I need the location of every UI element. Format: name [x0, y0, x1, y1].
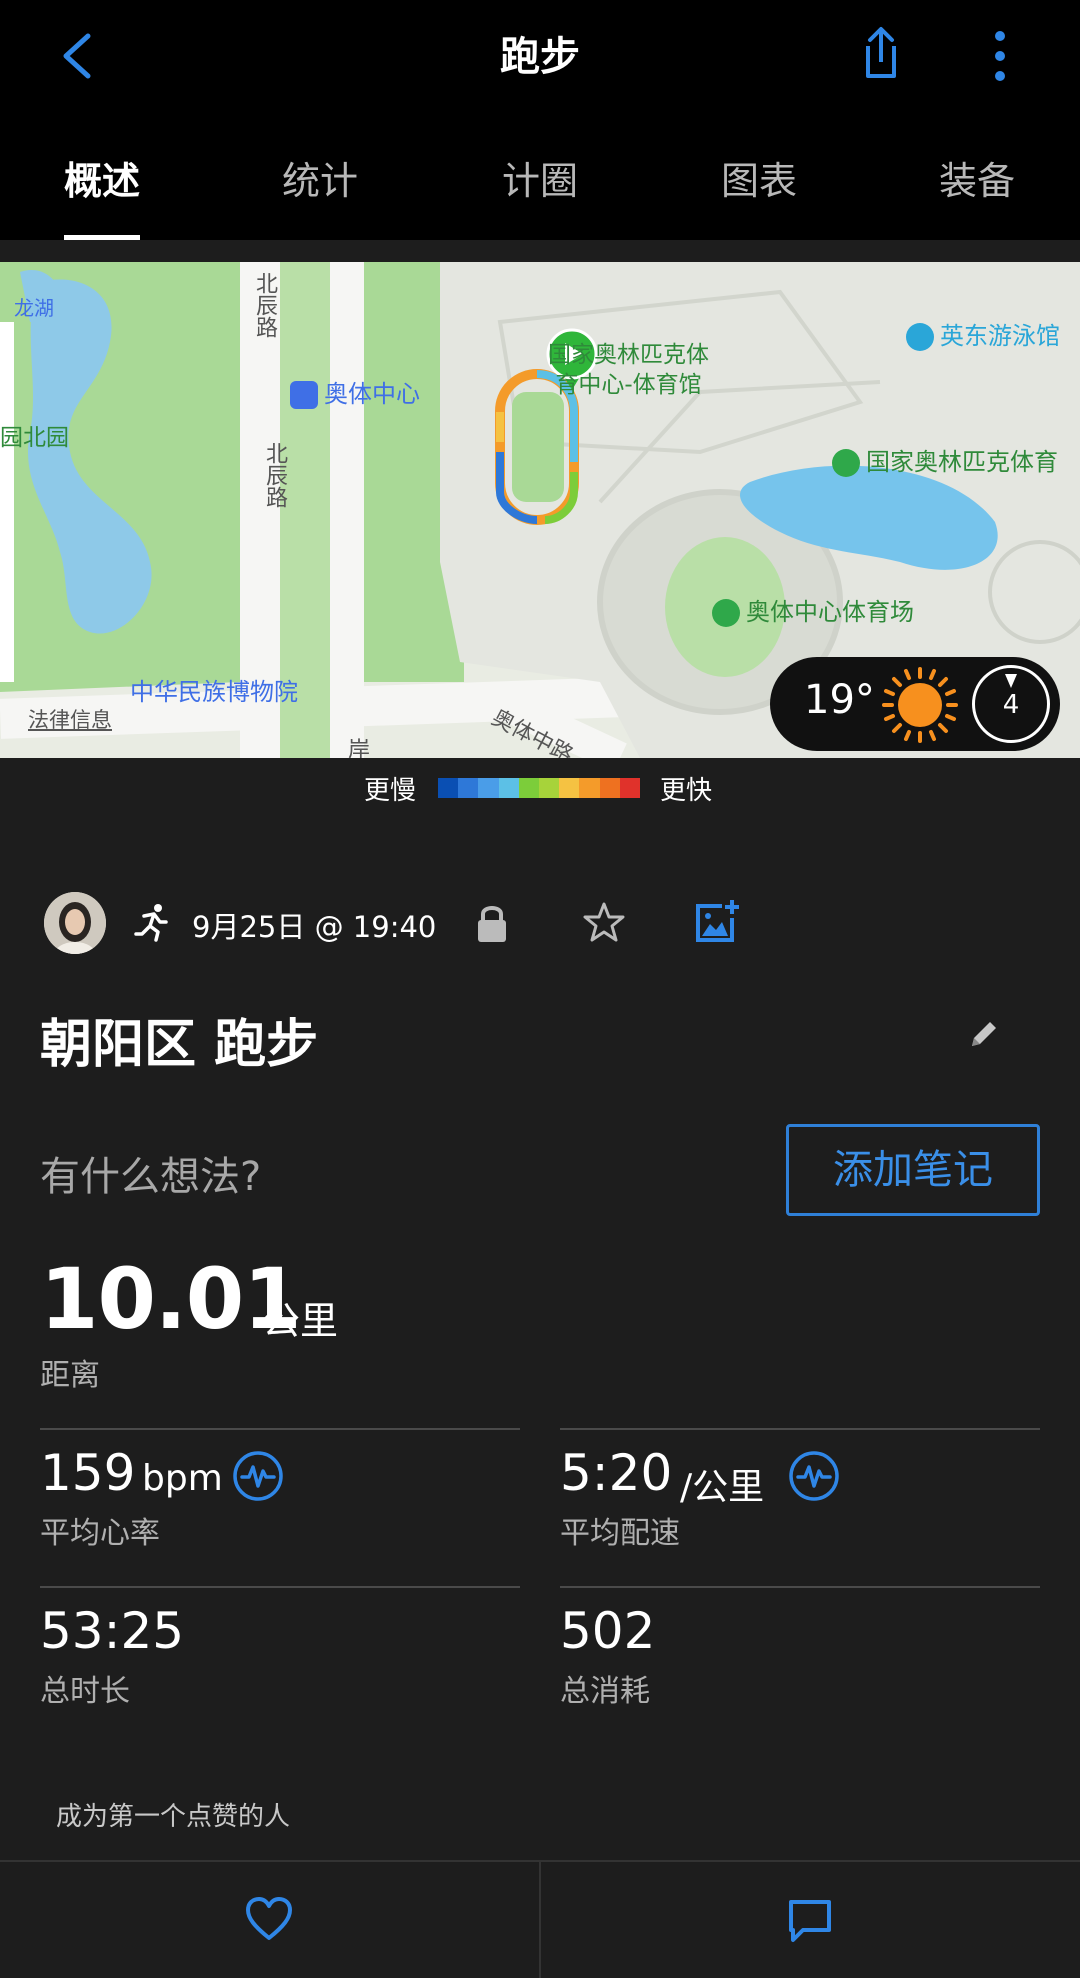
distance-unit: 公里 — [262, 1299, 339, 1343]
share-button[interactable] — [848, 20, 912, 90]
weather-widget: 19° 4 — [770, 657, 1060, 751]
duration-value: 53:25 — [40, 1602, 185, 1660]
metro-icon — [290, 381, 318, 409]
activity-meta-row: 9月25日 @ 19:40 — [0, 888, 1080, 960]
stats-divider — [40, 1428, 520, 1430]
thoughts-prompt: 有什么想法? — [40, 1154, 262, 1200]
map-label-museum: 中华民族博物院 — [130, 678, 298, 706]
more-options-button[interactable] — [978, 22, 1022, 92]
duration-label: 总时长 — [40, 1674, 130, 1709]
top-bar: 跑步 概述 统计 计圈 图表 装备 — [0, 0, 1080, 240]
pace-legend-segment — [458, 778, 479, 798]
pace-legend-segment — [559, 778, 580, 798]
tab-bar: 概述 统计 计圈 图表 装备 — [0, 130, 1080, 240]
moon-phase-icon: 4 — [972, 665, 1050, 743]
heart-rate-label: 平均心率 — [40, 1516, 160, 1551]
stats-divider — [560, 1428, 1040, 1430]
heart-rate-value: 159 — [40, 1444, 136, 1502]
map-label-aoti-center: 奥体中心 — [290, 374, 420, 409]
more-vertical-icon — [995, 31, 1005, 81]
like-button[interactable] — [0, 1862, 539, 1978]
tab-charts[interactable]: 图表 — [649, 150, 869, 205]
lock-icon[interactable] — [474, 902, 510, 944]
map-label-stadium: 奥体中心体育场 — [712, 592, 914, 627]
pace-legend-segment — [518, 778, 540, 798]
calories-label: 总消耗 — [560, 1674, 650, 1709]
map-label-cut: 岸 — [348, 738, 371, 758]
add-photo-icon[interactable] — [692, 898, 740, 946]
separator — [0, 240, 1080, 262]
bottom-action-bar — [0, 1860, 1080, 1978]
pace-legend-segment — [619, 778, 641, 798]
pace-gradient-bar — [438, 778, 641, 798]
pace-label: 平均配速 — [560, 1516, 680, 1551]
tab-stats[interactable]: 统计 — [210, 150, 430, 205]
legal-info-link[interactable]: 法律信息 — [28, 704, 112, 734]
legend-slower-label: 更慢 — [364, 776, 417, 806]
pace-legend-segment — [478, 778, 499, 798]
pace-zone-icon[interactable] — [788, 1450, 840, 1502]
pace-unit: /公里 — [680, 1467, 765, 1508]
running-icon — [134, 904, 168, 942]
tab-laps[interactable]: 计圈 — [430, 150, 650, 205]
tab-overview[interactable]: 概述 — [0, 150, 212, 205]
map-label-beichen-road: 北辰路 — [252, 272, 277, 338]
calories-value: 502 — [560, 1602, 656, 1660]
add-note-button[interactable]: 添加笔记 — [786, 1124, 1040, 1216]
temperature: 19° — [804, 677, 875, 723]
avatar[interactable] — [44, 892, 106, 954]
map-label-swimming: 英东游泳馆 — [906, 316, 1060, 351]
share-icon — [866, 27, 896, 78]
map-label-longhu: 龙湖 — [14, 296, 54, 320]
map-label-beichen-road-2: 北辰路 — [262, 442, 287, 508]
distance-label: 距离 — [40, 1358, 100, 1393]
heart-rate-unit: bpm — [142, 1458, 223, 1499]
pace-legend-segment — [498, 778, 519, 798]
pace-legend: 更慢 更快 — [0, 758, 1080, 816]
stats-divider — [40, 1586, 520, 1588]
star-icon[interactable] — [582, 900, 626, 944]
activity-date: 9月25日 @ 19:40 — [192, 910, 437, 944]
sun-icon — [882, 667, 958, 743]
activity-title: 朝阳区 跑步 — [40, 1015, 319, 1075]
pace-legend-segment — [438, 778, 459, 798]
comment-icon — [789, 1900, 831, 1942]
likes-text: 成为第一个点赞的人 — [56, 1802, 291, 1832]
pace-legend-segment — [539, 778, 560, 798]
route-map[interactable]: 龙湖 北辰路 北辰路 奥体中心 园北园 国家奥林匹克体 育中心-体育馆 英东游泳馆… — [0, 262, 1080, 758]
pace-legend-segment — [579, 778, 600, 798]
legend-faster-label: 更快 — [660, 776, 713, 806]
map-label-olympic-right: 国家奥林匹克体育 — [832, 442, 1058, 477]
comment-button[interactable] — [541, 1862, 1080, 1978]
map-label-beiyuan: 园北园 — [0, 425, 69, 451]
pace-legend-segment — [599, 778, 620, 798]
tab-gear[interactable]: 装备 — [867, 150, 1080, 205]
pencil-icon[interactable] — [966, 1016, 1002, 1052]
page-title: 跑步 — [500, 34, 580, 80]
heart-icon — [246, 1897, 292, 1940]
swim-icon — [906, 323, 934, 351]
stadium-icon — [712, 599, 740, 627]
pace-value: 5:20 — [560, 1444, 673, 1502]
heart-rate-zone-icon[interactable] — [232, 1450, 284, 1502]
stats-divider — [560, 1586, 1040, 1588]
stadium-icon — [832, 449, 860, 477]
map-label-olympic-gym: 国家奥林匹克体 育中心-体育馆 — [548, 342, 709, 398]
